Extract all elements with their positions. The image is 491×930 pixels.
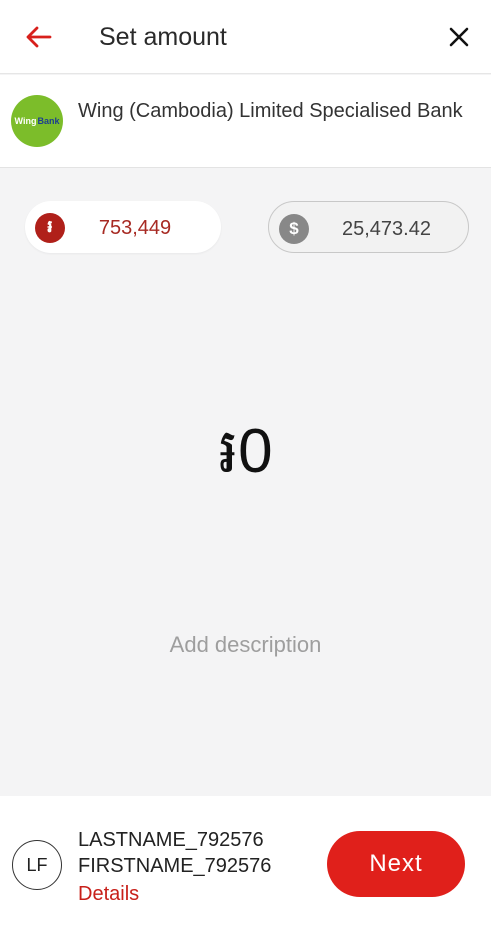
description-input[interactable]: Add description [0,632,491,658]
khr-balance-value: 753,449 [98,217,172,239]
bank-name: Wing (Cambodia) Limited Specialised Bank [78,100,463,122]
bank-info-row: Wing Bank Wing (Cambodia) Limited Special… [0,75,491,168]
arrow-left-icon [26,26,52,48]
back-button[interactable] [22,22,54,52]
footer-bar: LF LASTNAME_792576 FIRSTNAME_792576 Deta… [0,796,491,930]
next-button[interactable]: Next [327,831,465,897]
bank-logo-bank-text: Bank [37,116,60,126]
recipient-lastname: LASTNAME_792576 [78,829,264,851]
bank-logo-wing-text: Wing [14,116,37,126]
close-button[interactable] [443,22,475,52]
recipient-avatar: LF [12,840,62,890]
bank-logo: Wing Bank [11,95,63,147]
recipient-name: LASTNAME_792576 FIRSTNAME_792576 [78,827,271,879]
amount-display[interactable]: ៛0 [0,416,491,488]
details-link[interactable]: Details [78,883,139,906]
app-header: Set amount [0,0,491,74]
usd-balance-value: 25,473.42 [342,218,431,240]
riel-coin-icon: ៛ [35,213,65,243]
khr-balance-pill[interactable]: ៛ 753,449 [25,201,221,253]
recipient-firstname: FIRSTNAME_792576 [78,855,272,877]
close-icon [449,27,469,47]
usd-balance-pill[interactable]: $ 25,473.42 [268,201,469,253]
dollar-coin-icon: $ [279,214,309,244]
page-title: Set amount [99,23,227,51]
